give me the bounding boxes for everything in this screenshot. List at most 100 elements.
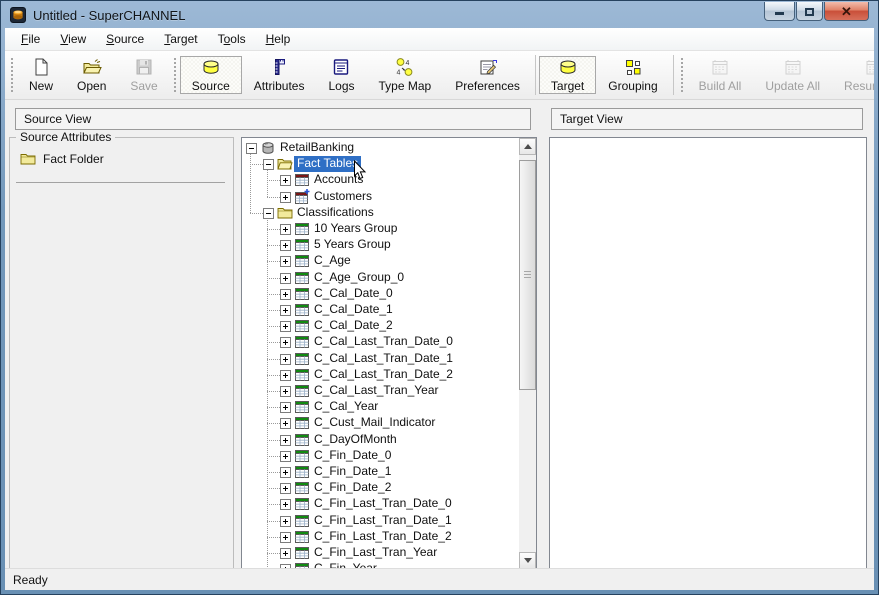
tree-expander-plus[interactable] [280,273,291,284]
toolbar-button-attributes[interactable]: Attributes [242,56,317,94]
tree-connector [267,217,268,568]
tree-expander-minus[interactable] [246,143,257,154]
menu-item-tools[interactable]: Tools [208,29,256,49]
tree-item-c-cust-mail-indicator[interactable]: C_Cust_Mail_Indicator [311,415,438,431]
menu-item-file[interactable]: File [11,29,50,49]
toolbar-button-source[interactable]: Source [180,56,242,94]
toolbar-button-logs[interactable]: Logs [316,56,366,94]
tree-item-5-years-group[interactable]: 5 Years Group [311,237,394,253]
tree-item-c-cal-date-1[interactable]: C_Cal_Date_1 [311,302,396,318]
tree-item-c-fin-last-tran-date-2[interactable]: C_Fin_Last_Tran_Date_2 [311,529,455,545]
tree-item-c-fin-year[interactable]: C_Fin_Year [311,561,380,568]
expander-glyph [285,454,286,459]
tree-expander-plus[interactable] [280,337,291,348]
status-bar: Ready [5,568,874,590]
tree-item-retailbanking[interactable]: RetailBanking [277,140,357,156]
tree-expander-plus[interactable] [280,516,291,527]
tree-item-c-fin-last-tran-date-1[interactable]: C_Fin_Last_Tran_Date_1 [311,513,455,529]
menu-item-source[interactable]: Source [96,29,154,49]
tree-expander-plus[interactable] [280,548,291,559]
tree-expander-plus[interactable] [280,435,291,446]
table-green-icon [294,334,310,350]
tree-expander-plus[interactable] [280,192,291,203]
tree-expander-plus[interactable] [280,402,291,413]
toolbar-button-type-map[interactable]: 44Type Map [367,56,444,94]
tree-expander-plus[interactable] [280,483,291,494]
fact-folder-item[interactable]: Fact Folder [20,151,104,167]
tree-item-c-fin-date-0[interactable]: C_Fin_Date_0 [311,448,394,464]
tree-item-accounts[interactable]: Accounts [311,172,366,188]
toolbar-button-label: Target [551,79,584,93]
floppy-icon [134,57,154,77]
tree-expander-plus[interactable] [280,564,291,568]
tree-item-customers[interactable]: Customers [311,189,375,205]
tree-expander-plus[interactable] [280,370,291,381]
menu-item-target[interactable]: Target [154,29,207,49]
tree-expander-plus[interactable] [280,175,291,186]
tree-item-fact-tables[interactable]: Fact Tables [294,156,361,172]
tree-expander-plus[interactable] [280,354,291,365]
tree-item-c-cal-last-tran-date-1[interactable]: C_Cal_Last_Tran_Date_1 [311,351,456,367]
toolbar-grip[interactable] [11,58,13,92]
tree-item-c-fin-date-1[interactable]: C_Fin_Date_1 [311,464,394,480]
tree-expander-plus[interactable] [280,256,291,267]
build-all-icon [710,57,730,77]
svg-text:4: 4 [405,60,409,67]
table-green-icon [294,318,310,334]
target-view-panel[interactable] [549,137,867,568]
tree-item-c-age-group-0[interactable]: C_Age_Group_0 [311,270,407,286]
tree-item-c-cal-last-tran-year[interactable]: C_Cal_Last_Tran_Year [311,383,442,399]
tree-expander-minus[interactable] [263,208,274,219]
expander-glyph [285,373,286,378]
menu-item-view[interactable]: View [50,29,96,49]
minimize-button[interactable] [764,2,795,21]
scroll-down-button[interactable] [519,552,536,568]
title-bar[interactable]: Untitled - SuperCHANNEL ✕ [2,2,877,28]
tree-item-c-fin-last-tran-date-0[interactable]: C_Fin_Last_Tran_Date_0 [311,496,455,512]
toolbar-button-grouping[interactable]: Grouping [596,56,669,94]
close-button[interactable]: ✕ [824,2,869,21]
scroll-up-button[interactable] [519,138,536,155]
window-controls: ✕ [764,2,869,21]
tree-item-c-cal-last-tran-date-2[interactable]: C_Cal_Last_Tran_Date_2 [311,367,456,383]
expander-glyph [285,438,286,443]
tree-expander-plus[interactable] [280,418,291,429]
tree-item-c-cal-date-0[interactable]: C_Cal_Date_0 [311,286,396,302]
tree-item-classifications[interactable]: Classifications [294,205,377,221]
tree-item-c-cal-year[interactable]: C_Cal_Year [311,399,381,415]
tree-item-c-fin-date-2[interactable]: C_Fin_Date_2 [311,480,394,496]
tree-expander-plus[interactable] [280,289,291,300]
toolbar-button-new[interactable]: New [17,56,65,94]
table-green-icon [294,415,310,431]
tree-connector [267,359,280,360]
tree-expander-plus[interactable] [280,467,291,478]
tree-connector [267,521,280,522]
tree-expander-plus[interactable] [280,224,291,235]
tree-item-c-cal-last-tran-date-0[interactable]: C_Cal_Last_Tran_Date_0 [311,334,456,350]
tree-item-c-cal-date-2[interactable]: C_Cal_Date_2 [311,318,396,334]
tree-expander-plus[interactable] [280,321,291,332]
toolbar-button-preferences[interactable]: Preferences [443,56,532,94]
tree-expander-minus[interactable] [263,159,274,170]
maximize-button[interactable] [796,2,823,21]
toolbar-button-open[interactable]: Open [65,56,118,94]
tree-expander-plus[interactable] [280,532,291,543]
tree-item-c-age[interactable]: C_Age [311,253,354,269]
tree-item-c-dayofmonth[interactable]: C_DayOfMonth [311,432,400,448]
tree-connector [267,488,280,489]
tree-expander-plus[interactable] [280,305,291,316]
toolbar-grip[interactable] [681,58,683,92]
toolbar-grip[interactable] [174,58,176,92]
tree-expander-plus[interactable] [280,386,291,397]
tree-expander-plus[interactable] [280,240,291,251]
tree-expander-plus[interactable] [280,499,291,510]
menu-item-help[interactable]: Help [256,29,301,49]
tree-item-10-years-group[interactable]: 10 Years Group [311,221,400,237]
tree-expander-plus[interactable] [280,451,291,462]
toolbar-button-target[interactable]: Target [539,56,596,94]
expander-glyph [285,421,286,426]
toolbar-button-update-all: Update All [753,56,832,94]
preferences-icon [478,57,498,77]
scrollbar-thumb[interactable] [519,160,536,390]
tree-item-c-fin-last-tran-year[interactable]: C_Fin_Last_Tran_Year [311,545,440,561]
